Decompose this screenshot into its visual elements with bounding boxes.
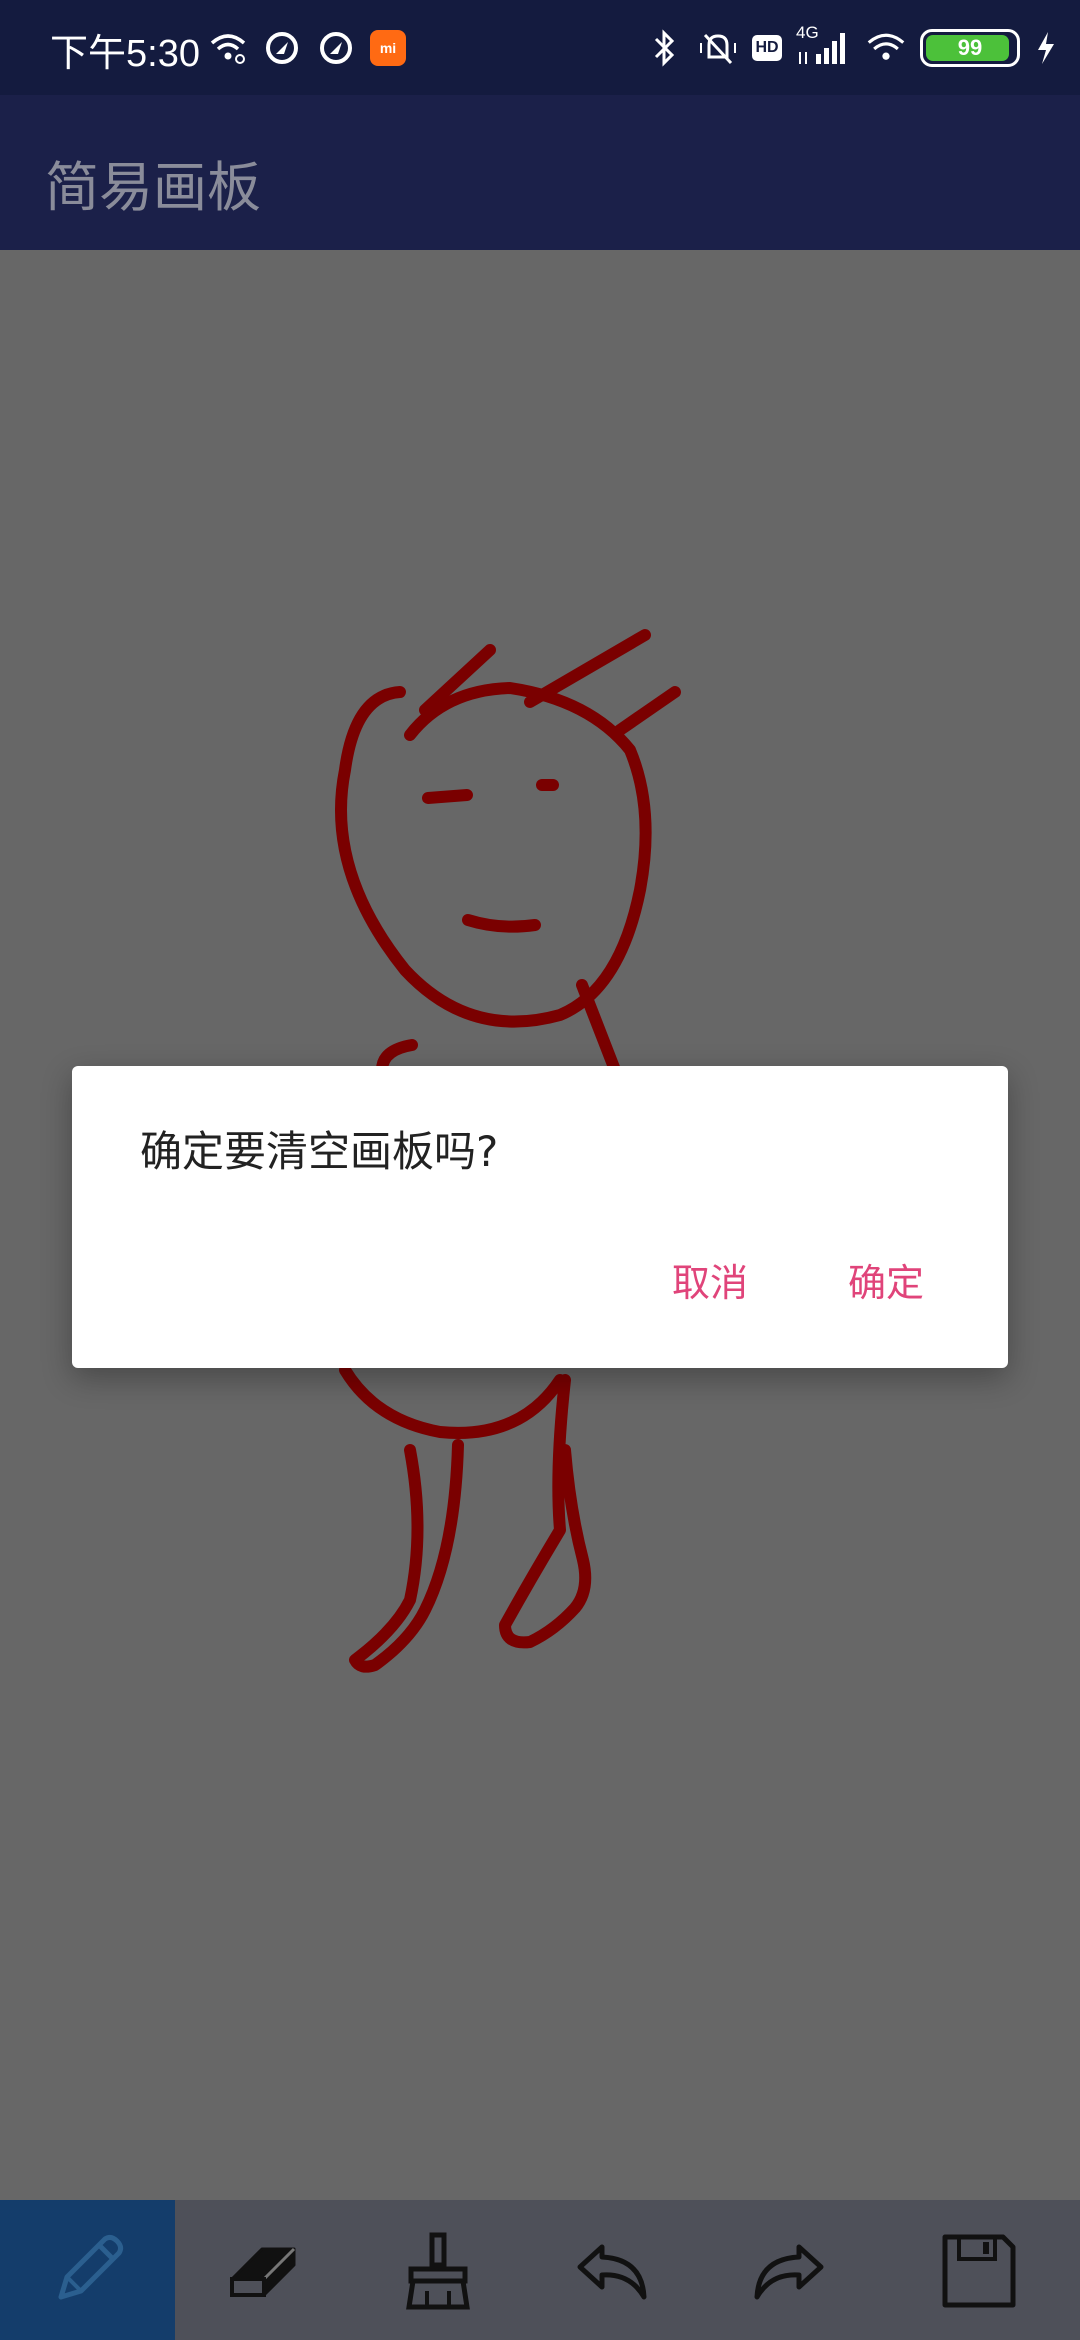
status-icons-left: mi [208,26,406,70]
status-bar: 下午5:30 mi HD 4G 99 [0,0,1080,95]
location-icon [262,28,302,68]
wifi-icon [866,28,906,68]
mouth [462,914,541,933]
signal-4g-icon: 4G [796,24,852,68]
save-icon [942,2234,1015,2308]
confirm-button[interactable]: 确定 [848,1252,924,1307]
pencil-icon [58,2234,123,2300]
broom-icon [405,2232,470,2310]
body-stroke [576,979,621,1076]
wifi-link-icon [208,28,248,68]
head-outline [335,682,652,1028]
left-eye [422,789,473,804]
body-stroke [339,1364,566,1439]
status-time: 下午5:30 [50,33,200,75]
clear-tool-button[interactable] [350,2200,525,2340]
pencil-tool-button[interactable] [0,2200,175,2340]
hair-stroke [614,686,681,736]
redo-icon [754,2244,823,2300]
battery-level: 99 [957,35,983,60]
network-type-label: 4G [796,23,819,42]
save-tool-button[interactable] [875,2200,1080,2340]
mute-vibrate-icon [698,28,738,68]
bottom-toolbar [0,2200,1080,2340]
undo-icon [577,2244,646,2300]
redo-tool-button[interactable] [700,2200,875,2340]
eraser-tool-button[interactable] [175,2200,350,2340]
status-icons-right: HD 4G 99 [644,24,1058,72]
clear-canvas-dialog: 确定要清空画板吗? 取消 确定 [72,1066,1008,1368]
bluetooth-icon [644,28,684,68]
mi-app-icon: mi [370,30,406,66]
hd-icon: HD [752,35,782,61]
dialog-message: 确定要清空画板吗? [140,1127,499,1176]
cancel-button[interactable]: 取消 [672,1252,748,1307]
app-title: 简易画板 [45,156,261,219]
eraser-icon [229,2247,295,2297]
app-bar: 简易画板 [0,95,1080,250]
charging-icon [1034,28,1058,68]
left-leg [349,1439,464,1673]
battery-icon: 99 [920,29,1020,67]
location-icon [316,28,356,68]
undo-tool-button[interactable] [525,2200,700,2340]
